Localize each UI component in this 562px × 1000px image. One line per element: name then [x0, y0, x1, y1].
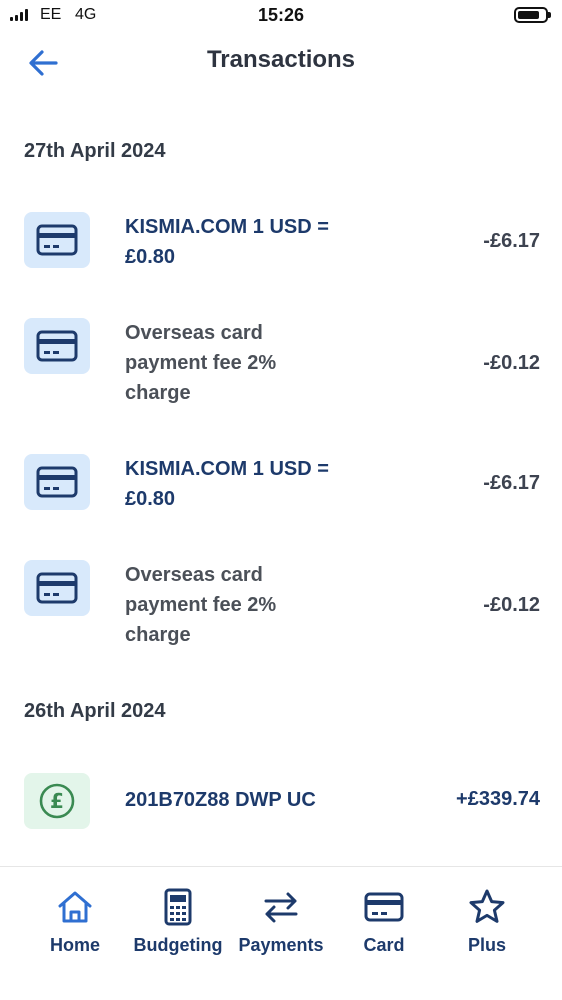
- transaction-row[interactable]: KISMIA.COM 1 USD = £0.80 -£6.17: [0, 212, 562, 302]
- date-header: 27th April 2024: [24, 140, 166, 162]
- nav-payments[interactable]: Payments: [229, 887, 333, 956]
- nav-label: Plus: [467, 935, 506, 955]
- transaction-description: KISMIA.COM 1 USD = £0.80: [125, 216, 329, 268]
- card-icon-badge: [24, 318, 90, 374]
- pound-icon-badge: £: [24, 773, 90, 829]
- transaction-amount: -£6.17: [483, 230, 540, 252]
- transaction-row[interactable]: Overseas card payment fee 2% charge -£0.…: [0, 560, 562, 660]
- card-icon-badge: [24, 212, 90, 268]
- transaction-description: KISMIA.COM 1 USD = £0.80: [125, 458, 329, 510]
- bottom-nav: Home Budgeting Payments Card Plus: [0, 866, 562, 1000]
- header: Transactions: [0, 30, 562, 94]
- nav-card[interactable]: Card: [332, 887, 436, 956]
- transaction-description: Overseas card payment fee 2% charge: [125, 322, 277, 404]
- nav-label: Payments: [238, 935, 324, 955]
- battery-icon: [514, 7, 551, 23]
- pound-icon: £: [39, 783, 75, 819]
- nav-label: Card: [363, 935, 405, 955]
- transaction-description: Overseas card payment fee 2% charge: [125, 564, 277, 646]
- transaction-amount: -£0.12: [483, 594, 540, 616]
- date-header: 26th April 2024: [24, 700, 166, 722]
- transaction-row[interactable]: Overseas card payment fee 2% charge -£0.…: [0, 318, 562, 418]
- transaction-row[interactable]: £ 201B70Z88 DWP UC +£339.74: [0, 773, 562, 833]
- calculator-icon: [164, 888, 192, 926]
- nav-plus[interactable]: Plus: [435, 887, 539, 956]
- nav-budgeting[interactable]: Budgeting: [126, 887, 230, 956]
- card-icon-badge: [24, 454, 90, 510]
- card-icon: [36, 224, 78, 256]
- status-bar: EE 4G 15:26: [0, 0, 562, 30]
- star-icon: [469, 889, 505, 923]
- card-icon: [36, 330, 78, 362]
- nav-label: Home: [49, 935, 100, 955]
- home-icon: [58, 891, 92, 923]
- nav-label: Budgeting: [133, 935, 223, 955]
- card-icon: [36, 572, 78, 604]
- page-title: Transactions: [206, 46, 356, 73]
- card-icon-badge: [24, 560, 90, 616]
- transaction-description: 201B70Z88 DWP UC: [125, 789, 316, 811]
- transaction-row[interactable]: KISMIA.COM 1 USD = £0.80 -£6.17: [0, 454, 562, 544]
- status-time: 15:26: [257, 5, 305, 25]
- card-icon: [36, 466, 78, 498]
- transaction-amount: -£0.12: [483, 352, 540, 374]
- transaction-amount: -£6.17: [483, 472, 540, 494]
- svg-text:£: £: [50, 789, 64, 813]
- transfer-arrows-icon: [264, 892, 298, 923]
- card-icon: [364, 892, 404, 922]
- transaction-amount: +£339.74: [456, 788, 540, 810]
- nav-home[interactable]: Home: [23, 887, 127, 956]
